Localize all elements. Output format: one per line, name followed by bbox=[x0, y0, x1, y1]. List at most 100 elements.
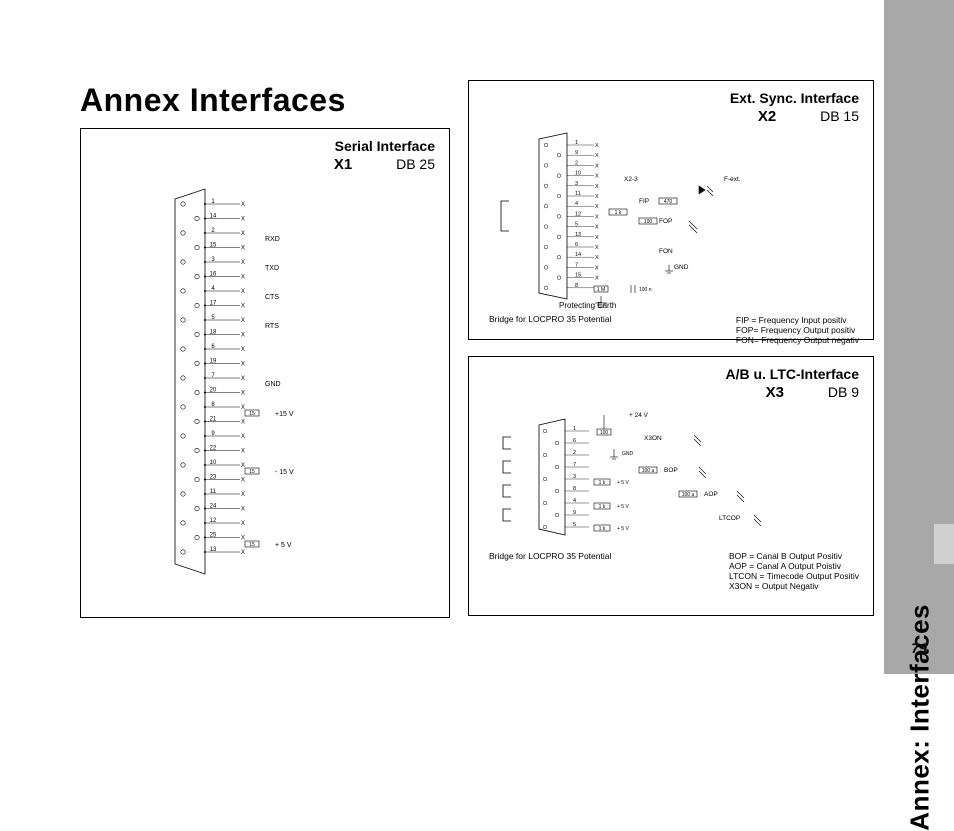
svg-text:X: X bbox=[241, 274, 245, 280]
svg-text:7: 7 bbox=[573, 462, 576, 468]
svg-text:X: X bbox=[595, 194, 599, 200]
svg-text:9: 9 bbox=[575, 150, 578, 156]
sidebar-tab bbox=[934, 524, 954, 564]
svg-text:RXD: RXD bbox=[265, 236, 280, 243]
svg-text:+15 V: +15 V bbox=[275, 411, 294, 418]
svg-text:X: X bbox=[595, 183, 599, 189]
svg-text:4: 4 bbox=[573, 498, 576, 504]
svg-text:X: X bbox=[241, 390, 245, 396]
svg-text:22: 22 bbox=[210, 445, 217, 451]
svg-text:1 M: 1 M bbox=[597, 287, 605, 293]
svg-text:X: X bbox=[241, 245, 245, 251]
svg-text:X: X bbox=[241, 477, 245, 483]
svg-text:17: 17 bbox=[210, 300, 217, 306]
svg-text:X: X bbox=[241, 303, 245, 309]
svg-text:FON: FON bbox=[659, 248, 673, 255]
svg-text:X: X bbox=[241, 260, 245, 266]
svg-text:X: X bbox=[241, 289, 245, 295]
svg-text:6: 6 bbox=[575, 242, 578, 248]
svg-text:X: X bbox=[241, 202, 245, 208]
svg-text:23: 23 bbox=[210, 474, 217, 480]
svg-text:X: X bbox=[595, 265, 599, 271]
svg-text:+ 5 V: + 5 V bbox=[617, 526, 629, 532]
svg-text:100 n: 100 n bbox=[639, 287, 652, 293]
svg-text:X: X bbox=[241, 419, 245, 425]
svg-text:3: 3 bbox=[575, 180, 578, 186]
svg-text:X: X bbox=[595, 275, 599, 281]
panel2-db: DB 15 bbox=[820, 108, 859, 124]
pe-label: Protecting Earth bbox=[559, 301, 616, 310]
page-title: Annex Interfaces bbox=[80, 82, 346, 119]
svg-text:10: 10 bbox=[210, 460, 217, 466]
svg-text:6: 6 bbox=[573, 438, 576, 444]
svg-text:15: 15 bbox=[249, 469, 255, 475]
svg-text:GND: GND bbox=[265, 381, 281, 388]
svg-text:1: 1 bbox=[575, 140, 578, 146]
svg-text:7: 7 bbox=[575, 262, 578, 268]
svg-text:100 u: 100 u bbox=[642, 468, 655, 474]
svg-text:X: X bbox=[241, 318, 245, 324]
svg-text:25: 25 bbox=[210, 532, 217, 538]
svg-text:13: 13 bbox=[575, 231, 581, 237]
svg-text:+ 5 V: + 5 V bbox=[617, 504, 629, 510]
svg-text:X: X bbox=[595, 153, 599, 159]
svg-text:11: 11 bbox=[575, 191, 581, 197]
svg-text:100: 100 bbox=[644, 219, 653, 225]
svg-text:X: X bbox=[241, 376, 245, 382]
svg-text:100: 100 bbox=[600, 430, 609, 436]
panel1-title-line: Serial Interface bbox=[335, 138, 435, 154]
svg-text:100 u: 100 u bbox=[682, 492, 695, 498]
svg-text:X: X bbox=[241, 535, 245, 541]
svg-text:GND: GND bbox=[622, 451, 634, 457]
svg-text:1 k: 1 k bbox=[599, 480, 606, 486]
svg-text:12: 12 bbox=[210, 518, 217, 524]
svg-text:FIP: FIP bbox=[639, 198, 649, 205]
svg-text:1 k: 1 k bbox=[599, 504, 606, 510]
svg-text:TXD: TXD bbox=[265, 265, 279, 272]
svg-text:RTS: RTS bbox=[265, 323, 279, 330]
svg-text:5: 5 bbox=[573, 522, 576, 528]
panel1-title: Serial Interface X1 DB 25 bbox=[81, 129, 449, 179]
svg-text:15: 15 bbox=[210, 242, 217, 248]
svg-text:21: 21 bbox=[210, 416, 217, 422]
svg-text:1 k: 1 k bbox=[615, 210, 622, 216]
panel3-connector: X3 bbox=[766, 384, 784, 401]
svg-text:8: 8 bbox=[575, 282, 578, 288]
svg-text:AOP: AOP bbox=[704, 491, 718, 498]
svg-text:X: X bbox=[241, 434, 245, 440]
svg-text:3: 3 bbox=[573, 474, 576, 480]
panel3-bridge-note: Bridge for LOCPRO 35 Potential bbox=[489, 551, 611, 561]
svg-text:1 k: 1 k bbox=[599, 526, 606, 532]
panel3-title-line: A/B u. LTC-Interface bbox=[725, 366, 859, 382]
svg-text:X: X bbox=[595, 143, 599, 149]
panel2-connector: X2 bbox=[758, 108, 776, 125]
db25-diagram: 1142153164175186197208219221023112412251… bbox=[155, 179, 375, 599]
svg-text:X3ON: X3ON bbox=[644, 435, 662, 442]
panel2-legend: FIP = Frequency Input positiv FOP= Frequ… bbox=[736, 315, 859, 345]
svg-text:19: 19 bbox=[210, 358, 217, 364]
panel3-title: A/B u. LTC-Interface X3 DB 9 bbox=[469, 357, 873, 407]
sidebar-title: Annex: Interfaces bbox=[905, 604, 936, 831]
svg-text:- 15 V: - 15 V bbox=[275, 469, 294, 476]
svg-text:4: 4 bbox=[575, 201, 578, 207]
svg-text:X: X bbox=[595, 245, 599, 251]
panel1-db: DB 25 bbox=[396, 156, 435, 172]
svg-text:X: X bbox=[241, 347, 245, 353]
svg-text:X: X bbox=[241, 550, 245, 556]
svg-text:X: X bbox=[241, 448, 245, 454]
svg-text:12: 12 bbox=[575, 211, 581, 217]
svg-text:18: 18 bbox=[210, 329, 217, 335]
svg-text:9: 9 bbox=[573, 510, 576, 516]
svg-text:2: 2 bbox=[575, 160, 578, 166]
panel2-bridge-note: Bridge for LOCPRO 35 Potential bbox=[489, 314, 616, 324]
svg-text:BOP: BOP bbox=[664, 467, 678, 474]
svg-text:X: X bbox=[241, 332, 245, 338]
svg-text:+ 24 V: + 24 V bbox=[629, 412, 649, 419]
panel-serial-interface: Serial Interface X1 DB 25 11421531641751… bbox=[80, 128, 450, 618]
svg-text:X2-3: X2-3 bbox=[624, 176, 638, 183]
svg-text:CTS: CTS bbox=[265, 294, 279, 301]
svg-text:LTCOP: LTCOP bbox=[719, 515, 740, 522]
svg-text:15: 15 bbox=[249, 411, 255, 417]
svg-text:X: X bbox=[595, 204, 599, 210]
svg-text:13: 13 bbox=[210, 547, 217, 553]
